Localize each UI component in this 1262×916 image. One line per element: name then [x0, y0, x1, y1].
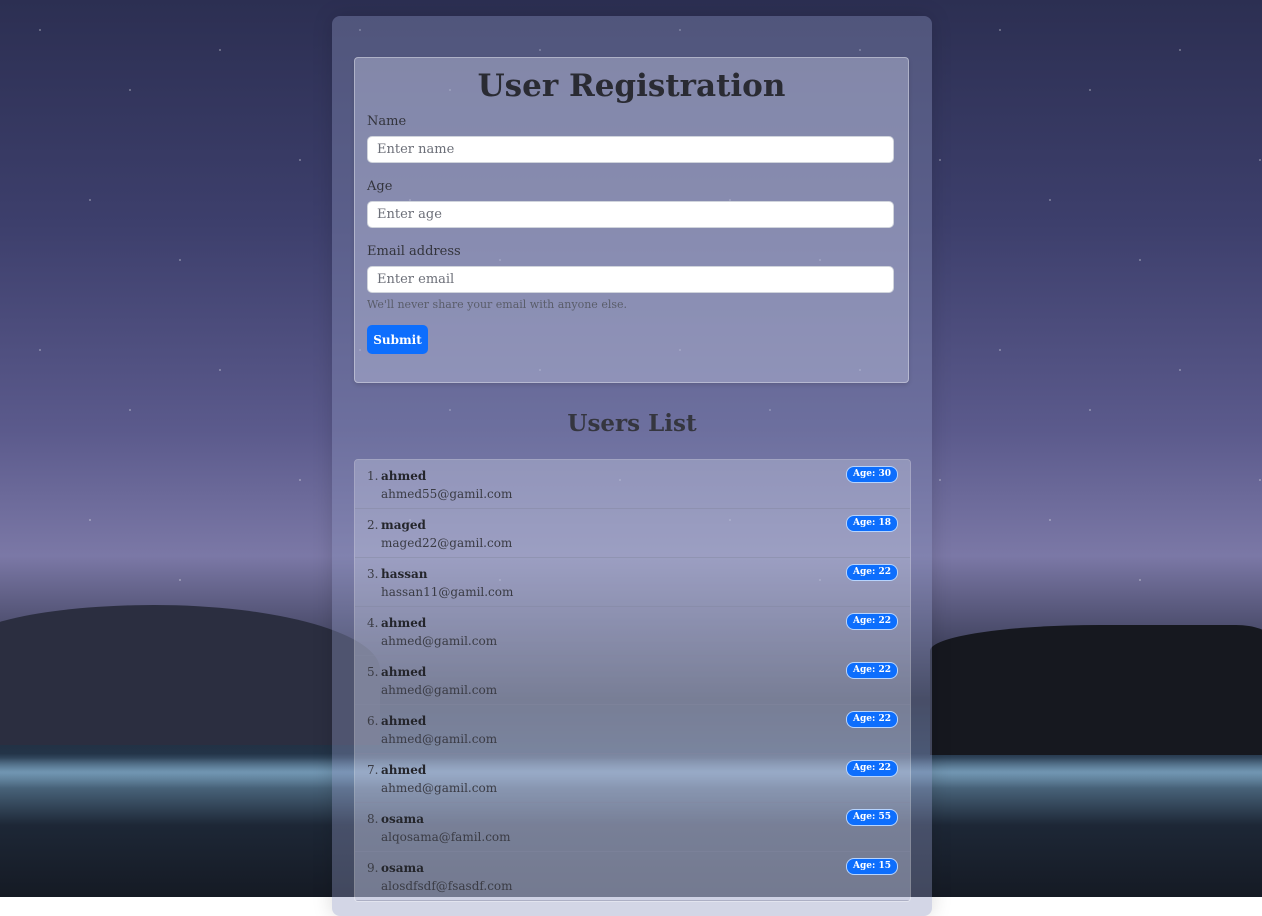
user-name: maged	[381, 518, 426, 532]
age-badge: Age: 22	[846, 711, 898, 728]
user-number: 6.	[367, 714, 379, 728]
user-number: 8.	[367, 812, 379, 826]
user-name: ahmed	[381, 665, 427, 679]
user-name: ahmed	[381, 616, 427, 630]
user-email: hassan11@gamil.com	[381, 585, 514, 599]
mountain-silhouette	[0, 605, 380, 745]
name-label: Name	[367, 114, 407, 129]
treeline-silhouette	[930, 625, 1262, 755]
main-container: User Registration Name Age Email address…	[332, 16, 932, 916]
age-label: Age	[367, 179, 393, 194]
user-email: alqosama@famil.com	[381, 830, 511, 844]
user-name: ahmed	[381, 469, 427, 483]
user-list-item: 5. ahmed ahmed@gamil.com Age: 22	[355, 656, 910, 705]
age-badge: Age: 22	[846, 613, 898, 630]
user-number: 4.	[367, 616, 379, 630]
registration-card: User Registration Name Age Email address…	[354, 57, 909, 383]
user-email: ahmed55@gamil.com	[381, 487, 513, 501]
user-email: ahmed@gamil.com	[381, 781, 498, 795]
user-list-item: 2. maged maged22@gamil.com Age: 18	[355, 509, 910, 558]
user-email: alosdfsdf@fsasdf.com	[381, 879, 513, 893]
user-name: osama	[381, 861, 425, 875]
user-list-item: 4. ahmed ahmed@gamil.com Age: 22	[355, 607, 910, 656]
user-number: 2.	[367, 518, 379, 532]
form-title: User Registration	[477, 68, 786, 104]
name-input[interactable]	[367, 136, 894, 163]
user-name: ahmed	[381, 763, 427, 777]
user-number: 5.	[367, 665, 379, 679]
user-email: ahmed@gamil.com	[381, 634, 498, 648]
age-badge: Age: 22	[846, 662, 898, 679]
age-badge: Age: 18	[846, 515, 898, 532]
user-number: 7.	[367, 763, 379, 777]
user-email: ahmed@gamil.com	[381, 732, 498, 746]
submit-button[interactable]: Submit	[367, 325, 428, 354]
age-input[interactable]	[367, 201, 894, 228]
age-badge: Age: 30	[846, 466, 898, 483]
user-list-item: 9. osama alosdfsdf@fsasdf.com Age: 15	[355, 852, 910, 901]
age-badge: Age: 22	[846, 760, 898, 777]
user-list-item: 1. ahmed ahmed55@gamil.com Age: 30	[355, 460, 910, 509]
email-label: Email address	[367, 244, 461, 259]
user-list-item: 6. ahmed ahmed@gamil.com Age: 22	[355, 705, 910, 754]
users-list: 1. ahmed ahmed55@gamil.com Age: 30 2. maged ma…	[354, 459, 911, 902]
age-badge: Age: 22	[846, 564, 898, 581]
user-list-item: 3. hassan hassan11@gamil.com Age: 22	[355, 558, 910, 607]
user-number: 1.	[367, 469, 379, 483]
user-list-item: 7. ahmed ahmed@gamil.com Age: 22	[355, 754, 910, 803]
user-name: osama	[381, 812, 425, 826]
age-badge: Age: 15	[846, 858, 898, 875]
user-list-item: 8. osama alqosama@famil.com Age: 55	[355, 803, 910, 852]
email-help-text: We'll never share your email with anyone…	[367, 298, 627, 311]
user-email: maged22@gamil.com	[381, 536, 513, 550]
users-list-title: Users List	[567, 410, 697, 437]
user-email: ahmed@gamil.com	[381, 683, 498, 697]
user-name: ahmed	[381, 714, 427, 728]
age-badge: Age: 55	[846, 809, 898, 826]
user-number: 3.	[367, 567, 379, 581]
user-number: 9.	[367, 861, 379, 875]
email-input[interactable]	[367, 266, 894, 293]
user-name: hassan	[381, 567, 428, 581]
